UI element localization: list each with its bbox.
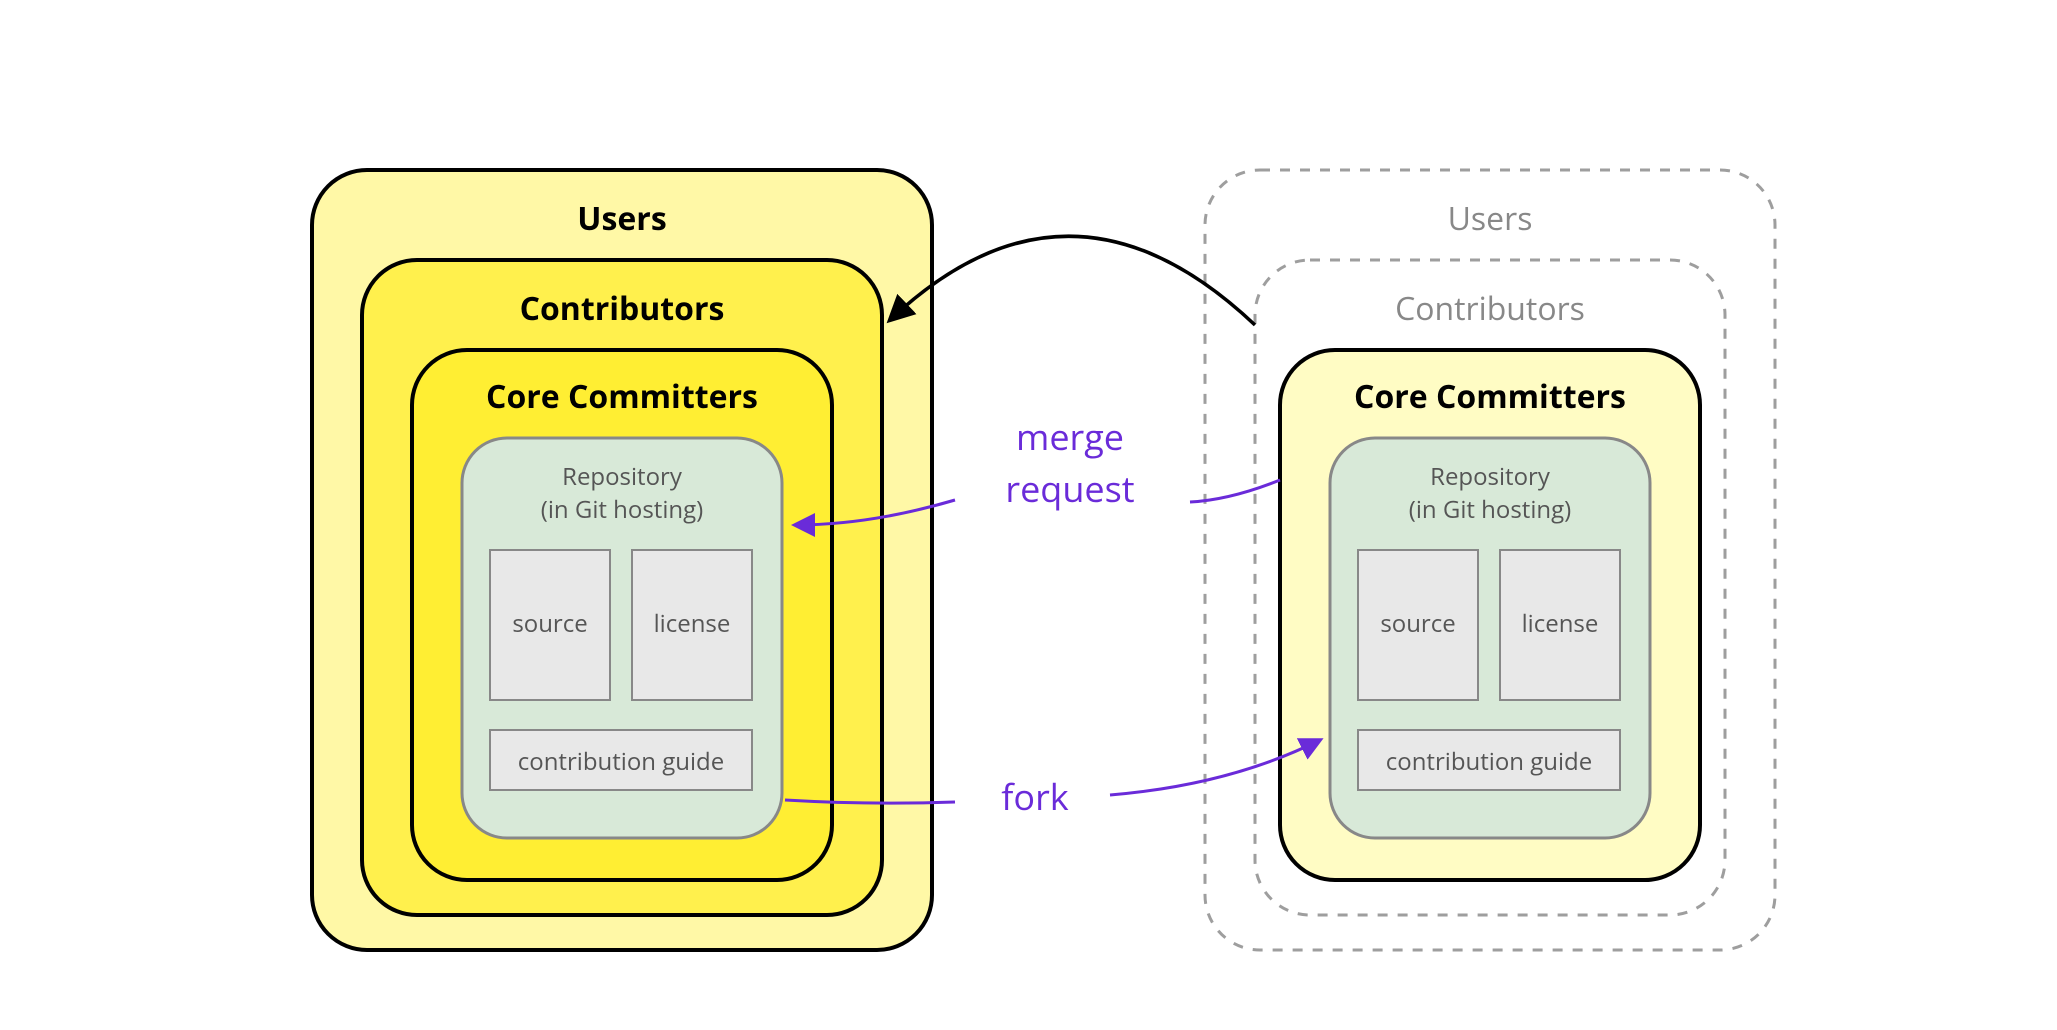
core-committers-label-right: Core Committers <box>1354 375 1626 418</box>
core-committers-label: Core Committers <box>486 375 758 418</box>
top-arc-arrow <box>890 236 1255 325</box>
repository-title-right: Repository <box>1430 460 1551 493</box>
fork-label: fork <box>1001 772 1068 821</box>
repository-title: Repository <box>562 460 683 493</box>
contributors-label-right: Contributors <box>1395 287 1585 330</box>
license-label: license <box>654 607 731 640</box>
left-project: Users Contributors Core Committers Repos… <box>312 170 932 950</box>
source-label-right: source <box>1380 607 1455 640</box>
repository-subtitle: (in Git hosting) <box>541 493 703 526</box>
merge-label-2: request <box>1005 464 1134 513</box>
users-label-right: Users <box>1448 197 1533 240</box>
source-label: source <box>512 607 587 640</box>
guide-label: contribution guide <box>518 745 724 778</box>
contributors-label: Contributors <box>520 287 725 330</box>
repository-subtitle-right: (in Git hosting) <box>1409 493 1571 526</box>
merge-label-1: merge <box>1016 412 1124 461</box>
diagram-canvas: Users Contributors Core Committers Repos… <box>0 0 2057 1030</box>
license-label-right: license <box>1522 607 1599 640</box>
right-fork-project: Users Contributors Core Committers Repos… <box>1205 170 1775 950</box>
users-label: Users <box>577 197 666 240</box>
guide-label-right: contribution guide <box>1386 745 1592 778</box>
